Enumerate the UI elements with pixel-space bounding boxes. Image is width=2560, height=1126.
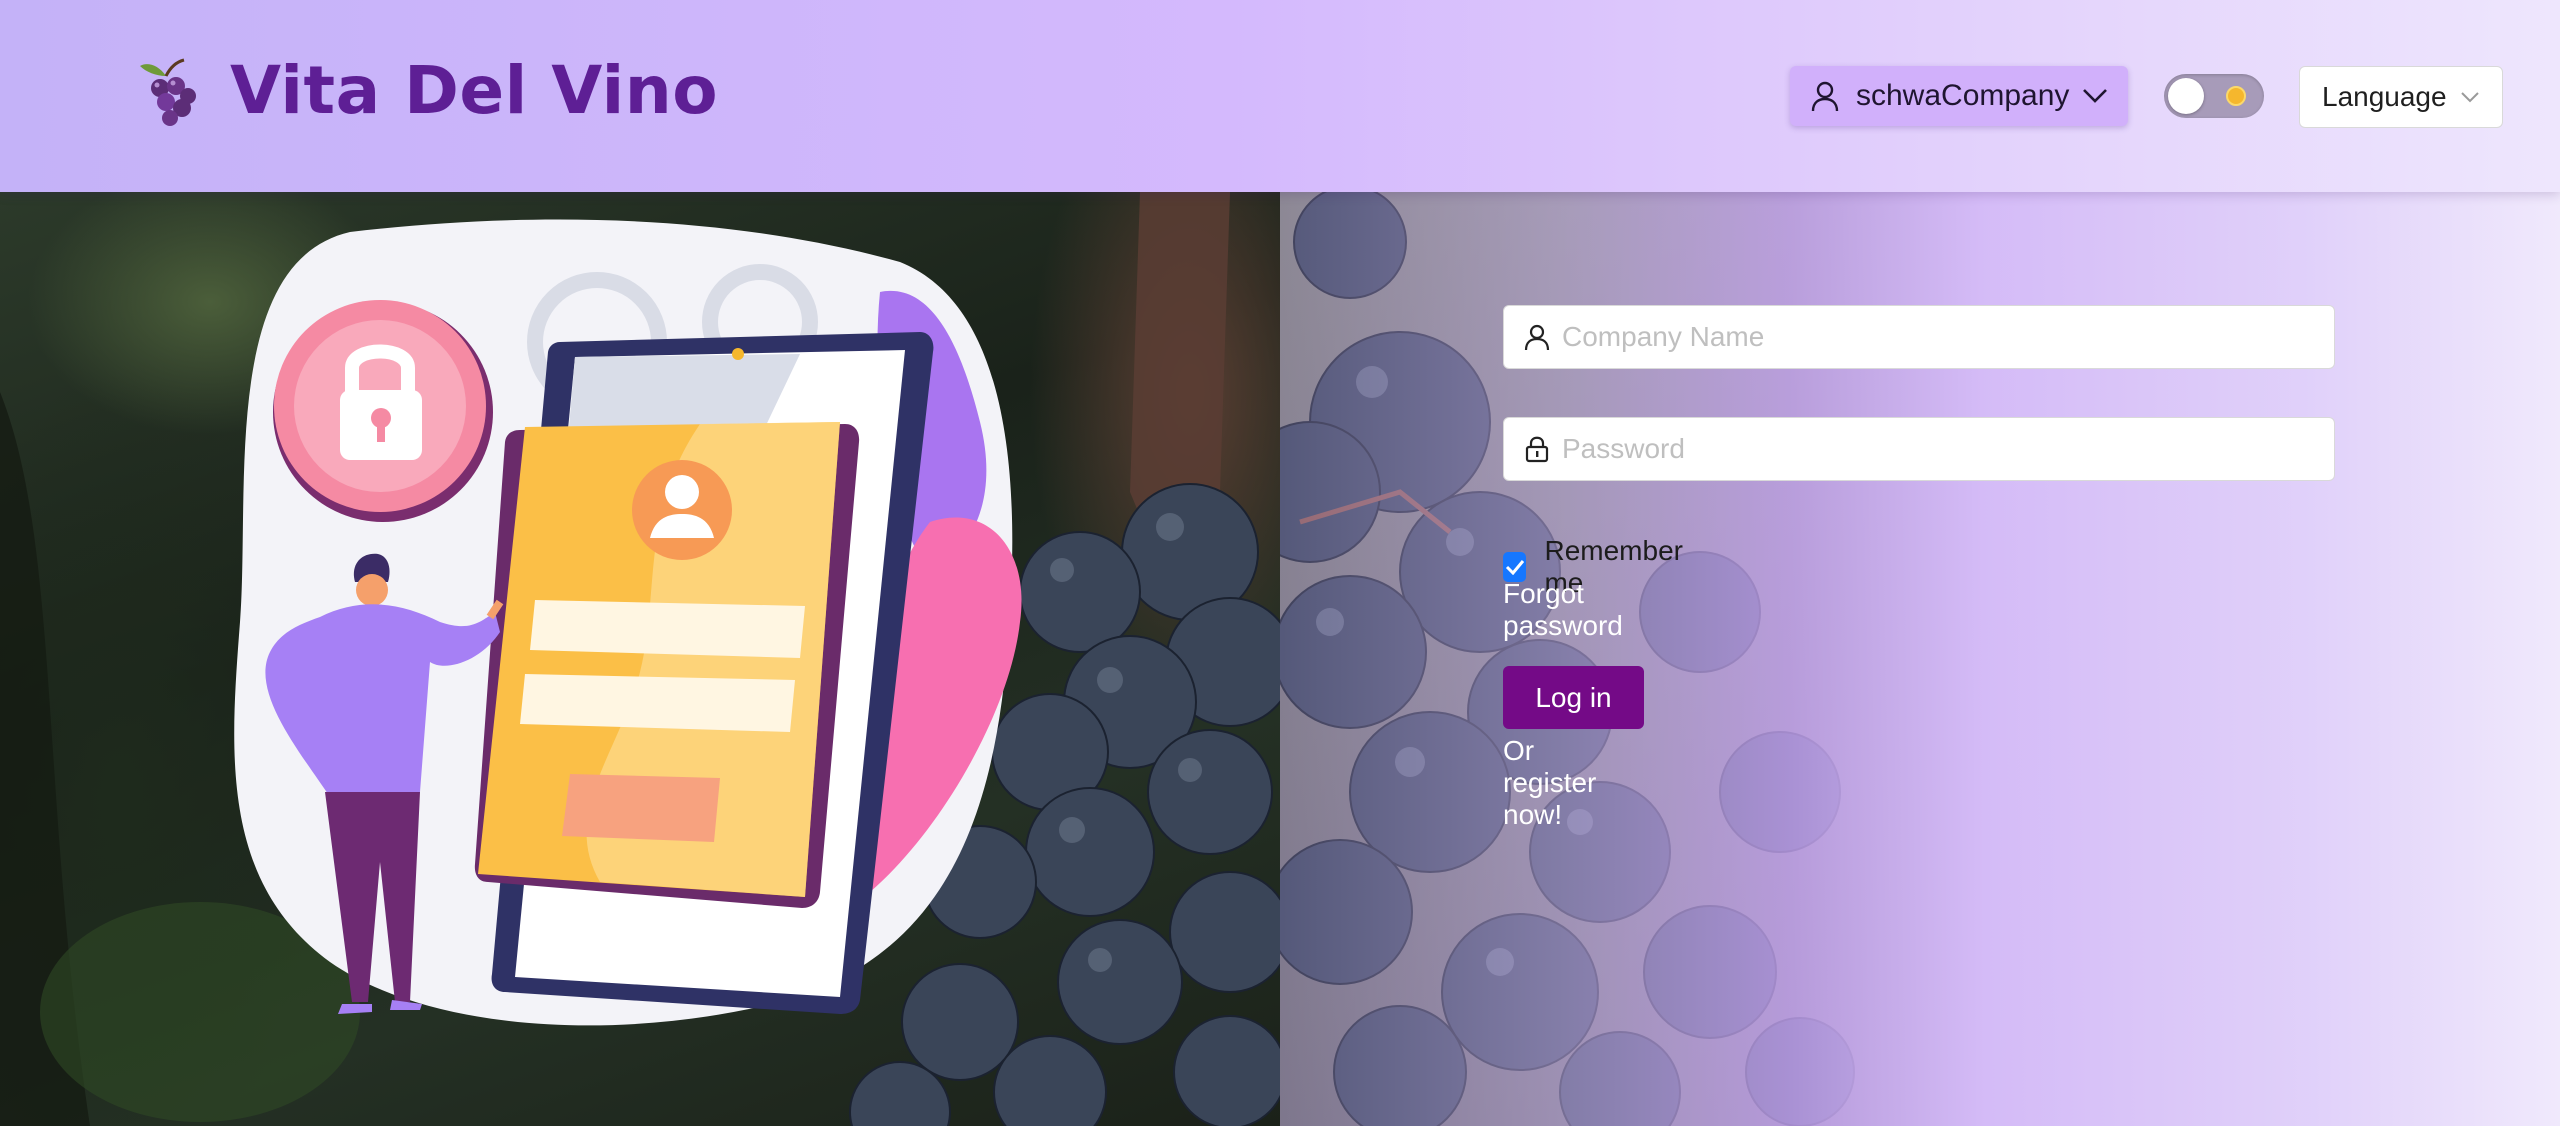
grape-vine-photo bbox=[0, 192, 1280, 1126]
user-name: schwaCompany bbox=[1856, 79, 2070, 112]
user-icon bbox=[1811, 81, 1839, 112]
grapes-icon bbox=[140, 58, 196, 126]
brand-title: Vita Del Vino bbox=[230, 52, 719, 129]
user-icon bbox=[1524, 324, 1550, 351]
language-select[interactable]: Language bbox=[2299, 66, 2503, 128]
hero-image-panel bbox=[0, 192, 1280, 1126]
register-link[interactable]: Or register now! bbox=[1503, 735, 1596, 831]
language-label: Language bbox=[2322, 81, 2447, 112]
log-in-button[interactable]: Log in bbox=[1503, 666, 1644, 729]
chevron-down-icon bbox=[2083, 89, 2107, 103]
theme-toggle[interactable] bbox=[2164, 74, 2264, 118]
checkmark-icon bbox=[1505, 560, 1524, 575]
password-field[interactable] bbox=[1503, 417, 2335, 481]
company-name-input[interactable] bbox=[1562, 321, 2314, 353]
forgot-password-link[interactable]: Forgot password bbox=[1503, 578, 1623, 642]
sun-icon bbox=[2226, 86, 2246, 106]
lock-icon bbox=[1525, 436, 1549, 463]
company-name-field[interactable] bbox=[1503, 305, 2335, 369]
user-menu-button[interactable]: schwaCompany bbox=[1790, 66, 2128, 126]
chevron-down-icon bbox=[2461, 92, 2479, 103]
password-input[interactable] bbox=[1562, 433, 2314, 465]
app-header: Vita Del Vino schwaCompany Language bbox=[0, 0, 2560, 192]
toggle-knob bbox=[2168, 78, 2204, 114]
